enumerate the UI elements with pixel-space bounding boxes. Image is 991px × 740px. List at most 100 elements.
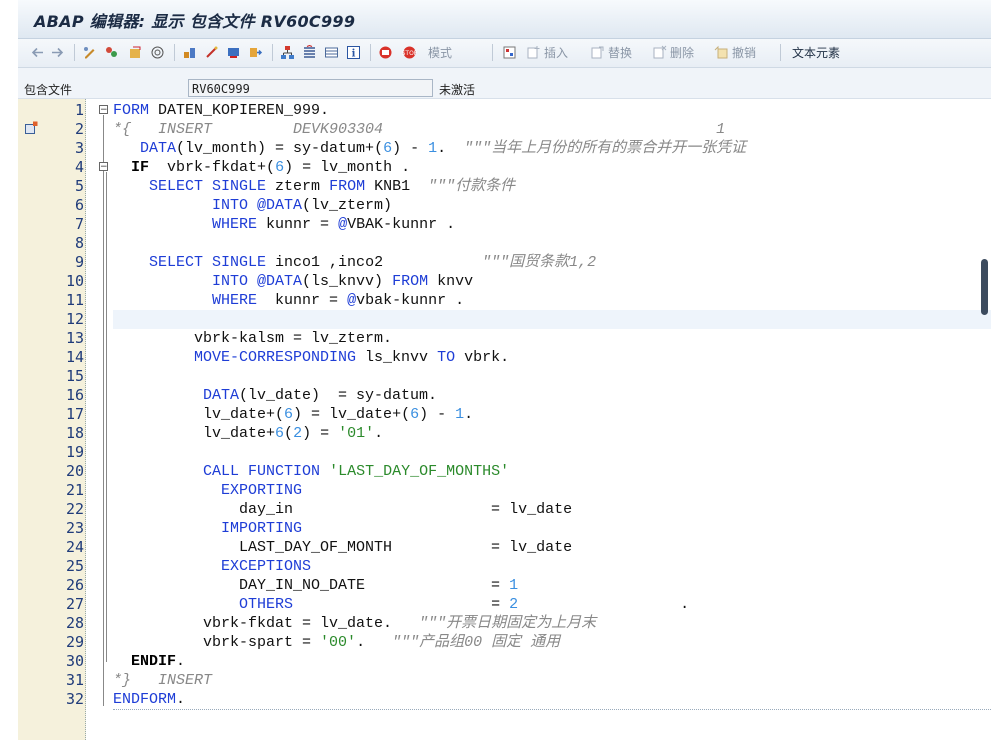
fold-toggle-form[interactable]: − [99,105,108,115]
session-breakpoint-icon[interactable]: STOP [402,43,420,61]
text-elements-button[interactable]: 文本元素 [792,43,840,61]
hierarchy-icon[interactable] [280,43,298,61]
breakpoint-icon[interactable] [378,43,396,61]
code-line[interactable]: LAST_DAY_OF_MONTH = lv_date [113,538,572,557]
code-line[interactable]: DATA(lv_date) = sy-datum. [113,386,437,405]
code-token: LAST_DAY_OF_MONTH = lv_date [113,539,573,556]
toggle-display-change-icon[interactable] [82,43,100,61]
code-line[interactable]: day_in = lv_date [113,500,572,519]
code-line[interactable]: EXCEPTIONS [113,557,311,576]
code-line[interactable]: WHERE kunnr = @vbak-kunnr . [113,291,464,310]
include-name-field[interactable]: RV60C999 [188,79,433,97]
code-editor[interactable]: 1 2 3 4 5 6 7 8 9 10 11 12 13 14 15 16 17 18 19 20 21 22 23 24 2… [18,99,991,740]
code-line[interactable]: lv_date+6(2) = '01'. [113,424,383,443]
code-token: . [437,140,465,157]
code-token: IMPORTING [221,520,303,537]
code-line[interactable]: vbrk-spart = '00'. """产品组00 固定 通用 [113,633,560,652]
code-line[interactable]: ENDFORM. [113,690,185,709]
code-line[interactable]: SELECT SINGLE zterm FROM KNB1 """付款条件 [113,177,515,196]
code-token: FROM [392,273,429,290]
line-number: 15 [65,367,84,385]
code-line[interactable]: DATA(lv_month) = sy-datum+(6) - 1. """当年… [113,139,746,158]
code-line[interactable]: OTHERS = 2 . [113,595,689,614]
code-line[interactable]: *{ INSERT DEVK903304 1 [113,120,725,139]
code-token: FROM [329,178,366,195]
code-line[interactable]: INTO @DATA(lv_zterm) [113,196,392,215]
window-title: ABAP 编辑器: 显示 包含文件 RV60C999 [34,12,356,31]
code-token: 1 [455,406,465,423]
forward-arrow-icon[interactable] [50,43,68,61]
where-used-icon[interactable] [150,43,168,61]
code-token: KNB1 [365,178,429,195]
code-line[interactable]: MOVE-CORRESPONDING ls_knvv TO vbrk. [113,348,509,367]
replace-icon [591,46,604,58]
back-arrow-icon[interactable] [30,43,48,61]
line-number: 21 [65,481,84,499]
display-object-icon[interactable] [226,43,244,61]
code-line[interactable]: ENDIF. [113,652,185,671]
code-token: . [176,653,186,670]
code-token: INTO @DATA [212,273,303,290]
code-token: (lv_zterm) [302,197,393,214]
delete-button[interactable]: 删除 [652,43,694,61]
code-token: *{ INSERT DEVK903304 1 [113,121,726,138]
replace-button[interactable]: 替换 [590,43,632,61]
code-token: kunnr = [257,216,339,233]
code-token: CALL FUNCTION [203,463,321,480]
line-number: 14 [65,348,84,366]
svg-text:STOP: STOP [402,50,417,57]
line-number: 19 [65,443,84,461]
title-bar: ABAP 编辑器: 显示 包含文件 RV60C999 [18,0,991,39]
code-token: kunnr = [257,292,348,309]
code-line[interactable]: *} INSERT [113,671,212,690]
code-token: vbrk-fkdat = lv_date. [113,615,420,632]
pretty-printer-icon[interactable] [204,43,222,61]
check-syntax-icon[interactable] [104,43,122,61]
code-line[interactable]: FORM DATEN_KOPIEREN_999. [113,101,329,120]
code-token: INTO @DATA [212,197,303,214]
code-token: *} INSERT [113,672,213,689]
info-icon[interactable]: i [346,43,364,61]
code-line[interactable]: IMPORTING [113,519,302,538]
code-token: ( [284,425,294,442]
code-line[interactable]: vbrk-fkdat = lv_date. """开票日期固定为上月末 [113,614,596,633]
list-lines-icon[interactable] [302,43,320,61]
code-line[interactable]: lv_date+(6) = lv_date+(6) - 1. [113,405,473,424]
code-token: 'LAST_DAY_OF_MONTHS' [329,463,510,480]
code-token: WHERE [212,216,258,233]
object-list-icon[interactable] [182,43,200,61]
insert-icon [527,45,540,58]
table-icon[interactable] [324,43,342,61]
insert-button[interactable]: 插入 [526,43,568,61]
vertical-scrollbar[interactable] [981,259,988,315]
code-line[interactable]: DAY_IN_NO_DATE = 1 [113,576,518,595]
code-token: ls_knvv [356,349,438,366]
code-token: . [518,596,690,613]
undo-button[interactable]: 撤销 [714,43,756,61]
code-token: ) - [392,140,429,157]
code-token: """当年上月份的所有的票合并开一张凭证 [464,140,747,157]
code-line[interactable]: IF vbrk-fkdat+(6) = lv_month . [113,158,410,177]
pattern-icon[interactable] [502,43,520,61]
code-token: ENDIF [131,653,177,670]
code-token: MOVE-CORRESPONDING [194,349,357,366]
fold-toggle-if[interactable]: − [99,162,108,172]
code-token: 2 [293,425,303,442]
activate-icon[interactable] [128,43,146,61]
code-line[interactable]: WHERE kunnr = @VBAK-kunnr . [113,215,455,234]
code-line[interactable]: EXPORTING [113,481,302,500]
application-toolbar: i STOP 模式 插入 替换 删除 撤销 文本元素 [18,39,991,68]
line-number: 27 [65,595,84,613]
code-line[interactable]: SELECT SINGLE inco1 ,inco2 """国贸条款1,2 [113,253,596,272]
mode-button[interactable]: 模式 [428,43,452,61]
code-token: SELECT SINGLE [149,254,267,271]
code-token: """国贸条款1,2 [482,254,597,271]
svg-text:i: i [352,48,356,59]
code-line[interactable]: vbrk-kalsm = lv_zterm. [113,329,392,348]
line-number: 1 [74,101,84,119]
code-token: DAY_IN_NO_DATE = [113,577,510,594]
navigate-icon[interactable] [248,43,266,61]
code-line[interactable]: CALL FUNCTION 'LAST_DAY_OF_MONTHS' [113,462,509,481]
code-line[interactable]: INTO @DATA(ls_knvv) FROM knvv [113,272,473,291]
